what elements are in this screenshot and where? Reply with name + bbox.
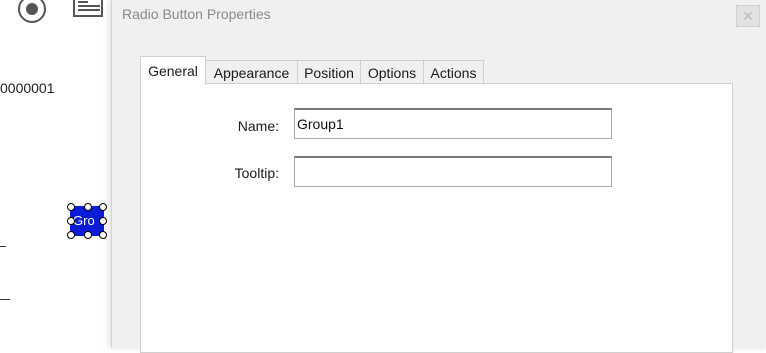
name-label: Name: bbox=[237, 118, 279, 134]
name-field[interactable] bbox=[294, 108, 612, 139]
tab-position[interactable]: Position bbox=[297, 60, 361, 84]
resize-handle[interactable] bbox=[99, 217, 107, 225]
radio-button-properties-dialog: Radio Button Properties ✕ General Appear… bbox=[111, 0, 766, 353]
dialog-title: Radio Button Properties bbox=[122, 6, 271, 22]
tab-appearance[interactable]: Appearance bbox=[205, 60, 298, 84]
tab-actions[interactable]: Actions bbox=[423, 60, 484, 84]
field-underline bbox=[0, 246, 6, 247]
resize-handle[interactable] bbox=[67, 217, 75, 225]
selected-field-label: Gro bbox=[73, 213, 95, 228]
close-button[interactable]: ✕ bbox=[736, 5, 760, 27]
tab-options[interactable]: Options bbox=[360, 60, 424, 84]
list-box-tool-icon[interactable] bbox=[73, 0, 103, 17]
resize-handle[interactable] bbox=[84, 203, 92, 211]
general-tab-panel: Name: Tooltip: bbox=[140, 83, 733, 353]
field-underline bbox=[0, 299, 10, 300]
resize-handle[interactable] bbox=[99, 231, 107, 239]
tab-general[interactable]: General bbox=[140, 56, 206, 85]
resize-handle[interactable] bbox=[84, 231, 92, 239]
resize-handle[interactable] bbox=[99, 203, 107, 211]
resize-handle[interactable] bbox=[67, 203, 75, 211]
resize-handle[interactable] bbox=[67, 231, 75, 239]
tooltip-label: Tooltip: bbox=[234, 165, 279, 181]
radio-button-tool-icon[interactable] bbox=[18, 0, 46, 23]
tooltip-field[interactable] bbox=[294, 156, 612, 187]
field-id-text: 0000001 bbox=[0, 80, 55, 96]
